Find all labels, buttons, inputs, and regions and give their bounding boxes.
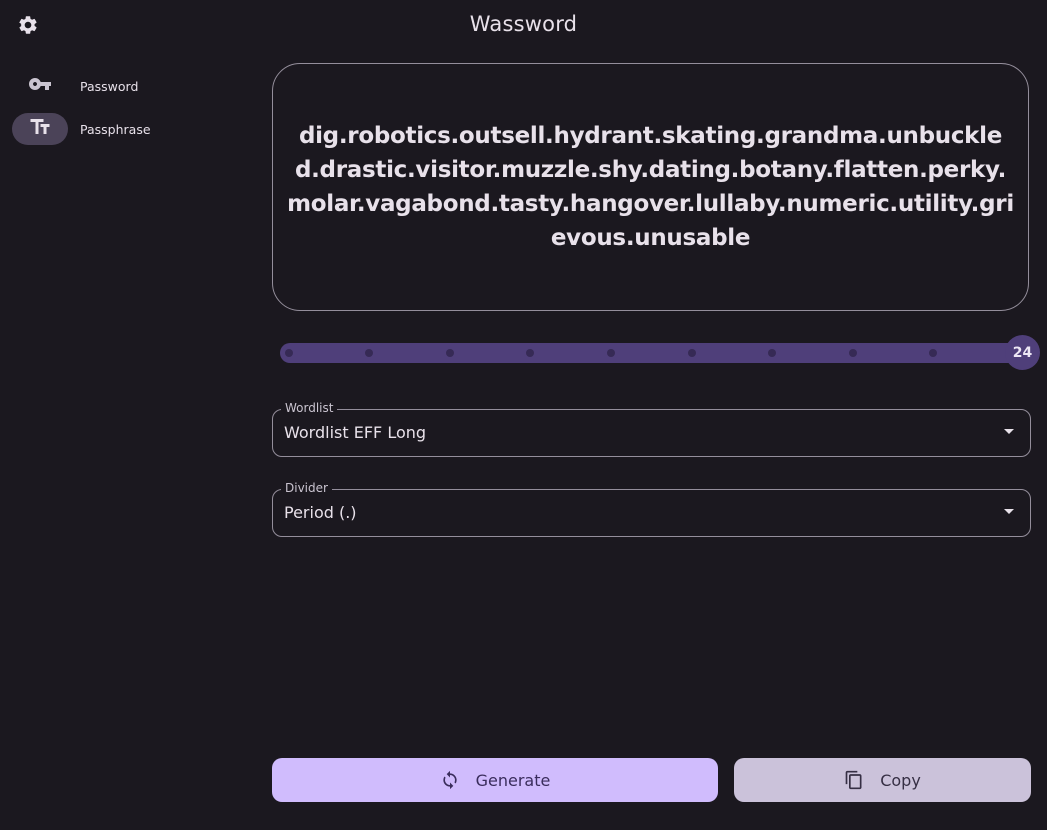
sidebar-item-label: Password — [80, 78, 139, 94]
nav-pill — [12, 70, 68, 102]
nav-pill-active — [12, 113, 68, 145]
divider-label: Divider — [281, 481, 332, 495]
slider-tick — [688, 349, 696, 357]
divider-value: Period (.) — [284, 503, 357, 522]
text-fields-icon — [28, 115, 52, 143]
passphrase-text: dig.robotics.outsell.hydrant.skating.gra… — [287, 123, 1014, 251]
slider-tick — [849, 349, 857, 357]
divider-select[interactable]: Divider Period (.) — [272, 481, 1031, 537]
copy-icon — [844, 770, 864, 790]
slider-tick — [526, 349, 534, 357]
wordlist-select[interactable]: Wordlist Wordlist EFF Long — [272, 401, 1031, 457]
slider-track — [280, 343, 1022, 363]
wordlist-label: Wordlist — [281, 401, 338, 415]
slider-thumb[interactable]: 24 — [1005, 335, 1040, 370]
slider-tick — [446, 349, 454, 357]
generate-label: Generate — [475, 770, 551, 790]
slider-tick — [607, 349, 615, 357]
slider-tick — [365, 349, 373, 357]
sidebar-item-passphrase[interactable]: Passphrase — [12, 113, 252, 145]
app-title: Wassword — [469, 12, 578, 36]
dropdown-arrow-icon — [1004, 509, 1014, 514]
key-icon — [28, 72, 52, 100]
sidebar-item-label: Passphrase — [80, 121, 151, 137]
slider-tick — [285, 349, 293, 357]
copy-button[interactable]: Copy — [734, 758, 1031, 802]
passphrase-display: dig.robotics.outsell.hydrant.skating.gra… — [272, 63, 1029, 311]
word-count-slider[interactable]: 24 — [280, 335, 1040, 370]
slider-tick — [768, 349, 776, 357]
dropdown-arrow-icon — [1004, 429, 1014, 434]
refresh-icon — [440, 770, 460, 790]
copy-label: Copy — [880, 770, 921, 790]
sidebar-item-password[interactable]: Password — [12, 70, 252, 102]
generate-button[interactable]: Generate — [272, 758, 718, 802]
slider-tick — [929, 349, 937, 357]
wordlist-value: Wordlist EFF Long — [284, 423, 427, 442]
app-window: Wassword Password Passphrase dig.robotic… — [0, 0, 1047, 830]
